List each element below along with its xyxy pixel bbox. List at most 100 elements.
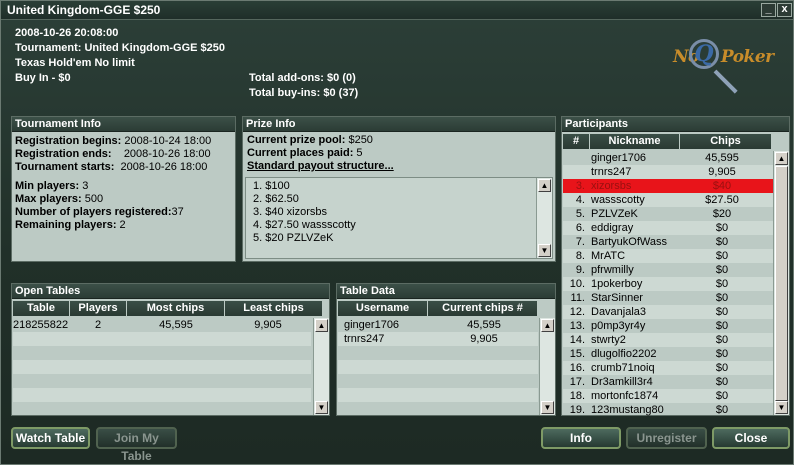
join-my-table-button[interactable]: Join My Table [96,427,177,463]
col-nickname[interactable]: Nickname [590,134,680,149]
col-table[interactable]: Table [13,301,70,316]
participant-rank: 5. [575,208,585,220]
scroll-down-icon[interactable]: ▼ [538,244,551,257]
participant-rank: 9. [575,264,585,276]
participant-row[interactable]: 13. p0mp3yr4y $0 [563,319,773,333]
minimize-button[interactable]: _ [761,3,776,17]
unregister-button[interactable]: Unregister [626,427,707,449]
participant-row[interactable]: ginger1706 45,595 [563,151,773,165]
participant-nickname: BartyukOfWass [591,236,667,248]
watch-table-button[interactable]: Watch Table [11,427,90,449]
participant-nickname: 1pokerboy [591,278,643,290]
participants-header: Participants [562,117,789,132]
scroll-down-icon[interactable]: ▼ [775,401,788,414]
participant-nickname: wassscotty [591,194,645,206]
table-data-row [338,374,538,388]
col-most-chips[interactable]: Most chips [127,301,225,316]
participant-nickname: ginger1706 [591,152,647,164]
table-data-scrollbar[interactable]: ▲ ▼ [539,318,555,415]
payout-item[interactable]: 1. $100 [253,180,552,193]
participant-nickname: pfrwmilly [591,264,634,276]
players-registered-value: 37 [171,206,184,218]
participant-chips: $0 [715,334,729,346]
participant-row[interactable]: 19. 123mustang80 $0 [563,403,773,417]
tournament-lobby-window: United Kingdom-GGE $250 _ x 2008-10-26 2… [0,0,794,465]
close-window-button[interactable]: x [777,3,792,17]
participant-nickname: stwrty2 [591,334,626,346]
col-username[interactable]: Username [338,301,428,316]
participant-row[interactable]: 11. StarSinner $0 [563,291,773,305]
noiq-poker-logo: No Poker Q [669,39,787,103]
participant-nickname: MrATC [591,250,626,262]
table-data-username: ginger1706 [344,319,400,331]
col-chips[interactable]: Chips [680,134,772,149]
scroll-up-icon[interactable]: ▲ [315,319,328,332]
table-row[interactable]: 218255822 2 45,595 9,905 [13,318,311,332]
table-data-row[interactable]: ginger1706 45,595 [338,318,538,332]
participant-chips: $27.50 [705,194,739,206]
participant-row[interactable]: 17. Dr3amkill3r4 $0 [563,375,773,389]
open-tables-scrollbar[interactable]: ▲ ▼ [313,318,329,415]
col-current-chips[interactable]: Current chips # [428,301,538,316]
participant-row[interactable]: 14. stwrty2 $0 [563,333,773,347]
participant-rank: 10. [569,278,585,290]
info-button[interactable]: Info [541,427,621,449]
registration-ends-value: 2008-10-26 18:00 [123,148,211,160]
payout-structure-link[interactable]: Standard payout structure... [247,160,555,173]
payout-item[interactable]: 5. $20 PZLVZeK [253,232,552,245]
participant-row[interactable]: 18. mortonfc1874 $0 [563,389,773,403]
participant-row[interactable]: 8. MrATC $0 [563,249,773,263]
participant-chips: $0 [715,222,729,234]
participant-rank: 17. [569,376,585,388]
col-num[interactable]: # [563,134,590,149]
participant-row[interactable]: 9. pfrwmilly $0 [563,263,773,277]
participant-row[interactable]: 5. PZLVZeK $20 [563,207,773,221]
total-addons-label: Total add-ons: [249,72,324,84]
magnifier-handle [713,69,738,94]
registration-begins-label: Registration begins: [15,135,122,147]
participant-row[interactable]: 16. crumb71noiq $0 [563,361,773,375]
tournament-name: Tournament: United Kingdom-GGE $250 [15,42,226,54]
table-data-row [338,346,538,360]
total-buyins-label: Total buy-ins: [249,87,321,99]
payout-item[interactable]: 3. $40 xizorsbs [253,206,552,219]
scroll-up-icon[interactable]: ▲ [541,319,554,332]
participant-chips: $0 [715,264,729,276]
min-players-value: 3 [82,180,89,192]
payout-item[interactable]: 2. $62.50 [253,193,552,206]
scroll-down-icon[interactable]: ▼ [315,401,328,414]
participant-row[interactable]: 10. 1pokerboy $0 [563,277,773,291]
participant-rank: 12. [569,306,585,318]
col-least-chips[interactable]: Least chips [225,301,323,316]
participant-rank: 7. [575,236,585,248]
remaining-players-label: Remaining players: [15,219,117,231]
table-data-chips: 45,595 [467,319,501,331]
participant-row[interactable]: 7. BartyukOfWass $0 [563,235,773,249]
participant-row[interactable]: 3. xizorsbs $40 [563,179,773,193]
payout-scrollbar[interactable]: ▲ ▼ [536,178,552,258]
participant-row[interactable]: 15. dlugolfio2202 $0 [563,347,773,361]
participant-row[interactable]: 6. eddigray $0 [563,221,773,235]
table-data-panel: Table Data Username Current chips # ging… [336,283,556,416]
participant-row[interactable]: 12. Davanjala3 $0 [563,305,773,319]
table-row [13,388,311,402]
participants-scrollbar[interactable]: ▲ ▼ [773,151,789,415]
scroll-down-icon[interactable]: ▼ [541,401,554,414]
tournament-info-panel: Tournament Info Registration begins: 200… [11,116,236,262]
scroll-up-icon[interactable]: ▲ [775,152,788,165]
participant-rank: 3. [575,180,585,192]
scroll-thumb[interactable] [775,166,788,401]
payout-list[interactable]: 1. $100 2. $62.50 3. $40 xizorsbs 4. $27.50… [245,177,553,259]
scroll-up-icon[interactable]: ▲ [538,179,551,192]
col-players[interactable]: Players [70,301,127,316]
table-data-row[interactable]: trnrs247 9,905 [338,332,538,346]
table-data-username: trnrs247 [344,333,385,345]
table-data-chips: 9,905 [470,333,498,345]
close-button[interactable]: Close [712,427,790,449]
payout-item[interactable]: 4. $27.50 wassscotty [253,219,552,232]
participant-row[interactable]: trnrs247 9,905 [563,165,773,179]
registration-ends-label: Registration ends: [15,148,112,160]
participant-chips: $0 [715,292,729,304]
participant-row[interactable]: 4. wassscotty $27.50 [563,193,773,207]
magnifier-icon: Q [689,39,719,69]
